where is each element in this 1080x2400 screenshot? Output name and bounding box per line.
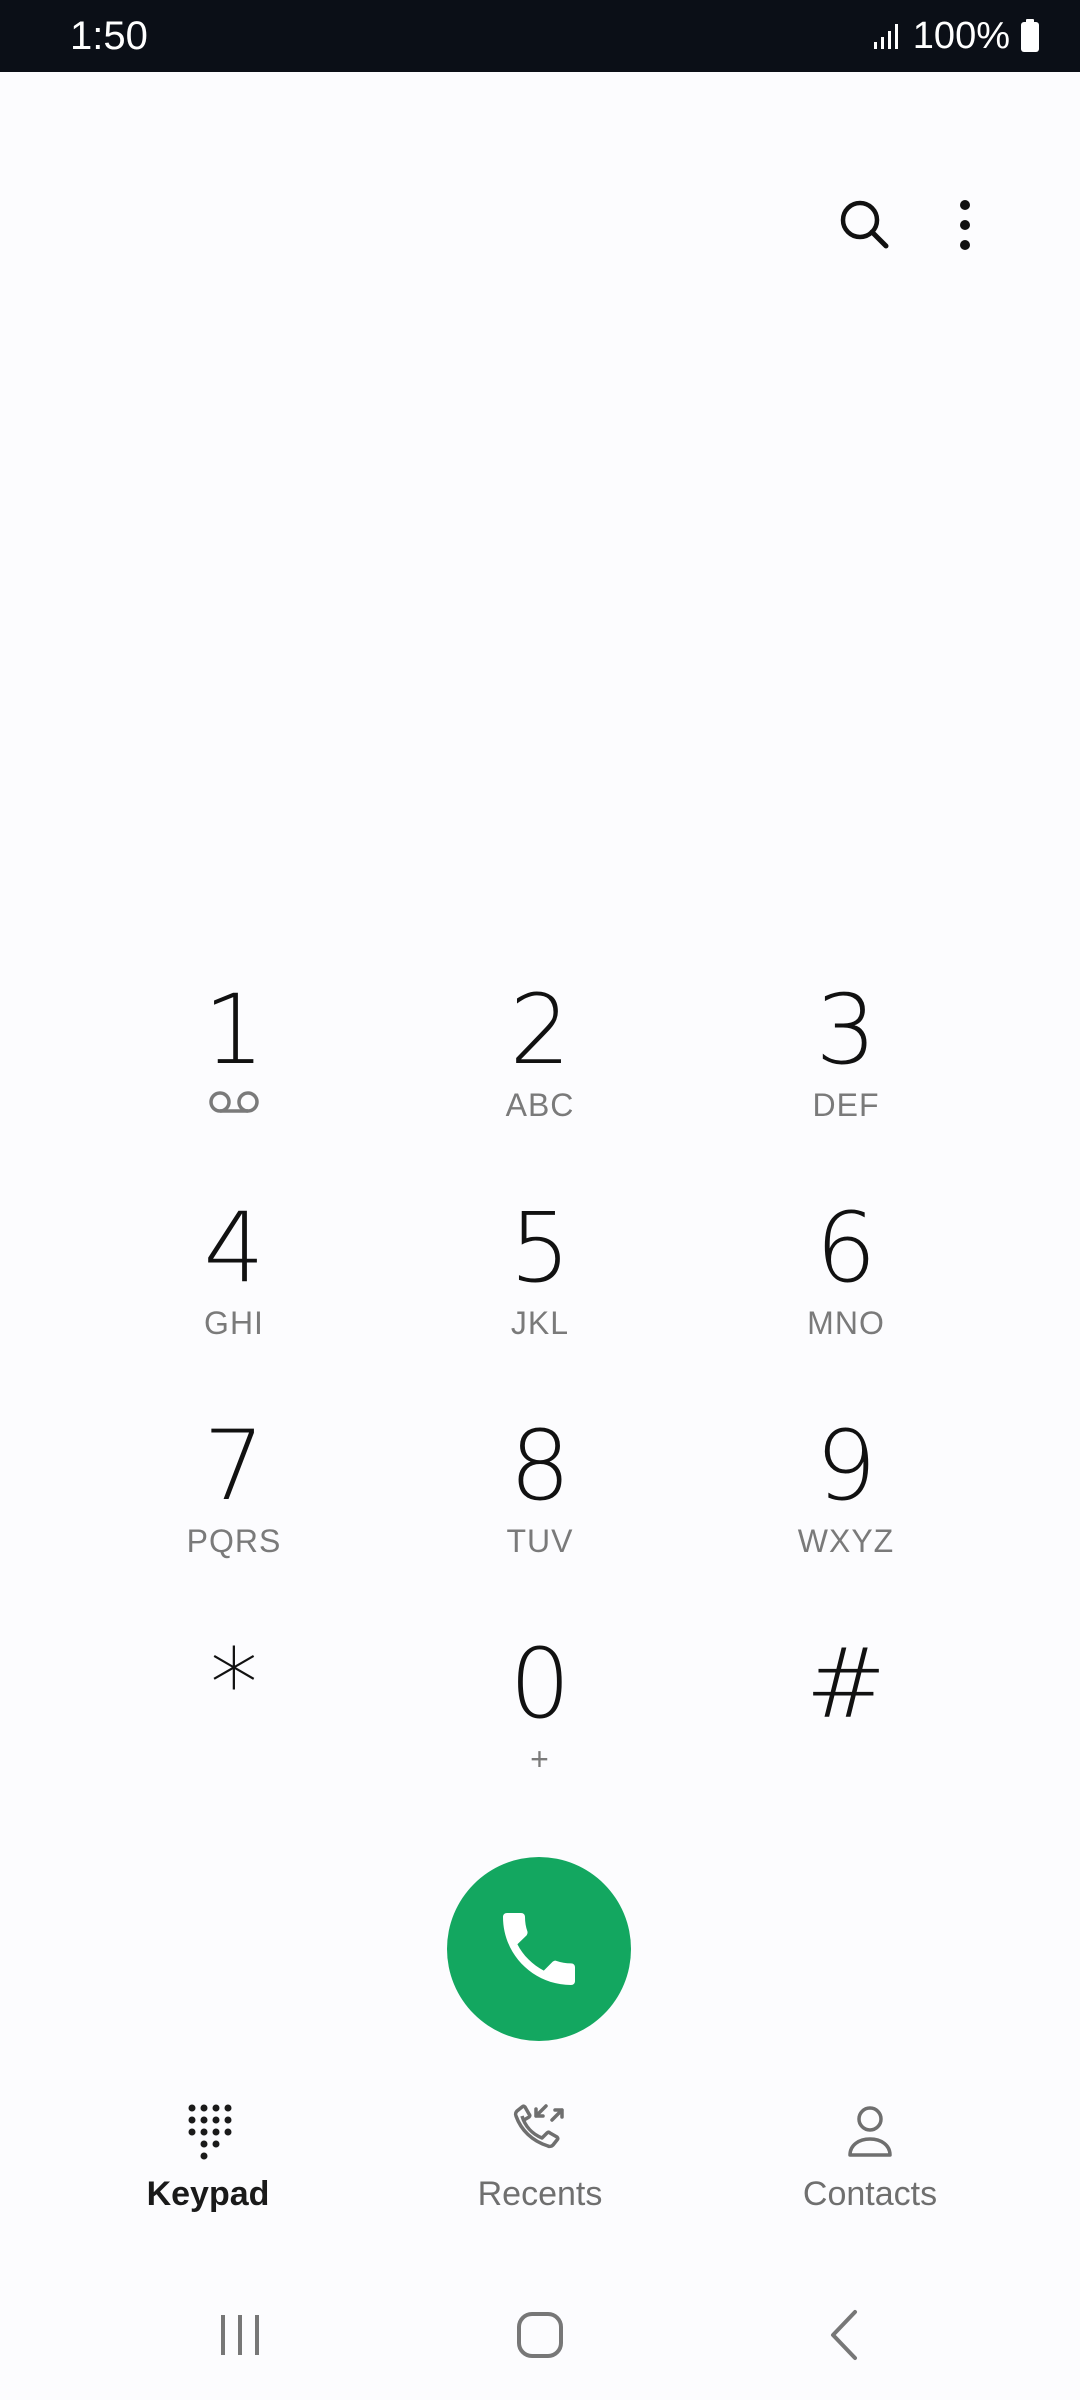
- tab-contacts[interactable]: Contacts: [740, 2100, 1000, 2240]
- more-vertical-icon: [960, 200, 970, 250]
- voicemail-icon: [209, 1091, 259, 1113]
- key-2[interactable]: 2 ABC: [390, 975, 690, 1175]
- search-button[interactable]: [830, 190, 900, 260]
- key-letters: JKL: [510, 1305, 570, 1341]
- key-letters: GHI: [204, 1305, 264, 1341]
- signal-bars-icon: [873, 24, 898, 49]
- tab-contacts-label: Contacts: [802, 2175, 938, 2213]
- key-digit: 8: [509, 1410, 571, 1522]
- keypad-grid-icon: [188, 2104, 232, 2160]
- key-letters: MNO: [807, 1305, 885, 1341]
- key-digit: 0: [509, 1628, 571, 1740]
- recent-calls-icon: [513, 2104, 564, 2149]
- key-digit: 3: [815, 974, 877, 1086]
- home-icon: [517, 2312, 563, 2358]
- key-digit: 4: [203, 1192, 265, 1304]
- key-letters: ABC: [505, 1087, 575, 1123]
- tab-keypad[interactable]: Keypad: [78, 2100, 338, 2240]
- key-letters: WXYZ: [797, 1523, 895, 1559]
- system-nav-bar: [0, 2290, 1080, 2380]
- key-7[interactable]: 7 PQRS: [84, 1411, 384, 1611]
- call-button[interactable]: [447, 1857, 631, 2041]
- tab-keypad-label: Keypad: [146, 2175, 270, 2213]
- recent-apps-icon: [221, 2315, 259, 2355]
- person-icon: [848, 2106, 892, 2157]
- status-bar: 1:50 100%: [0, 0, 1080, 72]
- key-letters: +: [530, 1741, 550, 1777]
- key-digit: 1: [203, 974, 265, 1086]
- key-digit: #: [805, 1628, 887, 1740]
- key-letters: PQRS: [186, 1523, 282, 1559]
- tab-recents-label: Recents: [477, 2175, 603, 2213]
- battery-percentage: 100%: [912, 15, 1010, 57]
- key-letters: DEF: [812, 1087, 880, 1123]
- key-letters: TUV: [506, 1523, 574, 1559]
- key-digit: 7: [203, 1410, 265, 1522]
- key-hash[interactable]: #: [696, 1629, 996, 1829]
- search-icon: [840, 200, 889, 249]
- key-6[interactable]: 6 MNO: [696, 1193, 996, 1393]
- back-button[interactable]: [800, 2290, 890, 2380]
- top-actions: [780, 190, 1080, 260]
- key-digit: *: [210, 1628, 258, 1740]
- key-3[interactable]: 3 DEF: [696, 975, 996, 1175]
- more-options-button[interactable]: [930, 190, 1000, 260]
- key-4[interactable]: 4 GHI: [84, 1193, 384, 1393]
- status-time: 1:50: [70, 14, 148, 58]
- key-digit: 6: [815, 1192, 877, 1304]
- key-5[interactable]: 5 JKL: [390, 1193, 690, 1393]
- status-right: 100%: [873, 16, 1040, 56]
- key-9[interactable]: 9 WXYZ: [696, 1411, 996, 1611]
- home-button[interactable]: [495, 2290, 585, 2380]
- key-digit: 9: [815, 1410, 877, 1522]
- bottom-nav: Keypad Recents Contacts: [0, 2100, 1080, 2240]
- recent-apps-button[interactable]: [195, 2290, 285, 2380]
- key-0[interactable]: 0 +: [390, 1629, 690, 1829]
- key-star[interactable]: *: [84, 1629, 384, 1829]
- phone-icon: [503, 1913, 575, 1985]
- tab-recents[interactable]: Recents: [410, 2100, 670, 2240]
- key-digit: 5: [509, 1192, 571, 1304]
- key-digit: 2: [509, 974, 571, 1086]
- back-icon: [831, 2310, 857, 2360]
- key-8[interactable]: 8 TUV: [390, 1411, 690, 1611]
- key-1[interactable]: 1: [84, 975, 384, 1175]
- dial-keypad: 1 2 ABC 3 DEF 4 GHI 5 JKL 6 MNO 7 PQRS 8…: [0, 975, 1080, 1845]
- battery-full-icon: [1021, 19, 1039, 52]
